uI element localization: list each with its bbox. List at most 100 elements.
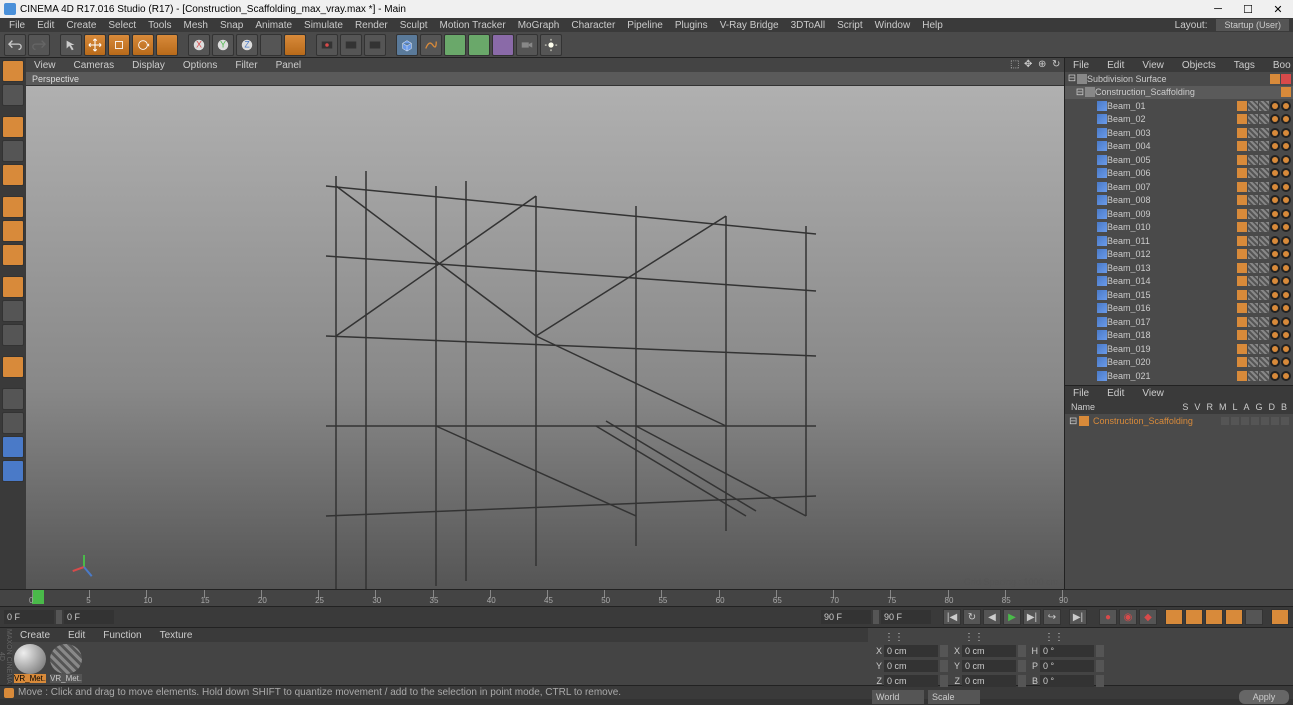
snap-mode[interactable] [2, 324, 24, 346]
menu-simulate[interactable]: Simulate [299, 20, 348, 31]
drag-handle-icon[interactable]: ⋮⋮ [1044, 632, 1064, 642]
sel-tag[interactable] [1281, 263, 1291, 273]
menu-mesh[interactable]: Mesh [179, 20, 213, 31]
menu-select[interactable]: Select [103, 20, 141, 31]
uvw-tag[interactable] [1270, 357, 1280, 367]
rotate-tool[interactable] [132, 34, 154, 56]
tree-beam-row[interactable]: Beam_014 [1065, 275, 1293, 289]
phong-tag[interactable] [1248, 101, 1258, 111]
vp-filter[interactable]: Filter [231, 60, 261, 71]
uvw-tag[interactable] [1270, 141, 1280, 151]
current-frame[interactable]: 0 F [64, 610, 114, 624]
vis-tag[interactable] [1237, 114, 1247, 124]
vp-pan-icon[interactable]: ✥ [1020, 59, 1032, 71]
vis-tag[interactable] [1237, 182, 1247, 192]
vis-tag[interactable] [1237, 357, 1247, 367]
undo-button[interactable] [4, 34, 26, 56]
tex-tag[interactable] [1259, 344, 1269, 354]
uvw-tag[interactable] [1270, 317, 1280, 327]
start-frame[interactable]: 0 F [4, 610, 54, 624]
tree-beam-row[interactable]: Beam_003 [1065, 126, 1293, 140]
key-param[interactable] [1225, 609, 1243, 625]
tex-tag[interactable] [1259, 303, 1269, 313]
autokey-button[interactable]: ◉ [1119, 609, 1137, 625]
lasttool-button[interactable] [156, 34, 178, 56]
menu-tools[interactable]: Tools [143, 20, 176, 31]
sel-tag[interactable] [1281, 317, 1291, 327]
vp-rotate-icon[interactable]: ↻ [1048, 59, 1060, 71]
mat-edit[interactable]: Edit [64, 630, 89, 641]
apply-button[interactable]: Apply [1239, 690, 1289, 704]
vis-tag[interactable] [1237, 371, 1247, 381]
phong-tag[interactable] [1248, 155, 1258, 165]
uvw-tag[interactable] [1270, 330, 1280, 340]
vp-zoom-icon[interactable]: ⊕ [1034, 59, 1046, 71]
mat-function[interactable]: Function [99, 630, 145, 641]
end-frame2[interactable]: 90 F [821, 610, 871, 624]
om-tags[interactable]: Tags [1230, 60, 1259, 71]
om-objects[interactable]: Objects [1178, 60, 1220, 71]
vis-tag[interactable] [1237, 155, 1247, 165]
sel-tag[interactable] [1281, 182, 1291, 192]
mat-create[interactable]: Create [16, 630, 54, 641]
render-region[interactable] [340, 34, 362, 56]
vis-tag[interactable] [1237, 128, 1247, 138]
phong-tag[interactable] [1248, 303, 1258, 313]
tree-beam-row[interactable]: Beam_020 [1065, 356, 1293, 370]
vis-tag[interactable] [1237, 141, 1247, 151]
sel-tag[interactable] [1281, 290, 1291, 300]
tree-beam-row[interactable]: Beam_013 [1065, 261, 1293, 275]
scale-tool[interactable] [108, 34, 130, 56]
sel-tag[interactable] [1281, 195, 1291, 205]
tree-beam-row[interactable]: Beam_009 [1065, 207, 1293, 221]
coord-mode-dropdown[interactable]: World [872, 690, 924, 704]
keyframe-button[interactable]: ◆ [1139, 609, 1157, 625]
add-light[interactable] [540, 34, 562, 56]
model-mode[interactable] [2, 60, 24, 82]
spinner-icon[interactable] [56, 610, 62, 624]
add-environment[interactable] [492, 34, 514, 56]
tex-tag[interactable] [1259, 209, 1269, 219]
menu-motiontracker[interactable]: Motion Tracker [435, 20, 511, 31]
tex-tag[interactable] [1259, 317, 1269, 327]
menu-sculpt[interactable]: Sculpt [395, 20, 433, 31]
vp-panel[interactable]: Panel [272, 60, 306, 71]
tex-tag[interactable] [1259, 168, 1269, 178]
uvw-tag[interactable] [1270, 101, 1280, 111]
texture-mode[interactable] [2, 84, 24, 106]
drag-handle-icon[interactable]: ⋮⋮ [884, 632, 904, 642]
move-tool[interactable] [84, 34, 106, 56]
close-tag[interactable] [1281, 74, 1291, 84]
vis-tag[interactable] [1237, 263, 1247, 273]
maximize-button[interactable]: ☐ [1233, 0, 1263, 18]
tex-tag[interactable] [1259, 114, 1269, 124]
om-file[interactable]: File [1069, 60, 1093, 71]
phong-tag[interactable] [1248, 249, 1258, 259]
sel-tag[interactable] [1281, 344, 1291, 354]
redo-button[interactable] [28, 34, 50, 56]
phong-tag[interactable] [1248, 128, 1258, 138]
sel-tag[interactable] [1281, 168, 1291, 178]
render-view[interactable] [316, 34, 338, 56]
vis-tag[interactable] [1237, 249, 1247, 259]
sel-tag[interactable] [1281, 114, 1291, 124]
menu-script[interactable]: Script [832, 20, 868, 31]
menu-animate[interactable]: Animate [250, 20, 297, 31]
phong-tag[interactable] [1248, 222, 1258, 232]
phong-tag[interactable] [1248, 114, 1258, 124]
uvw-tag[interactable] [1270, 182, 1280, 192]
phong-tag[interactable] [1248, 357, 1258, 367]
tex-tag[interactable] [1259, 371, 1269, 381]
vis-tag[interactable] [1270, 74, 1280, 84]
viewport-solo[interactable] [2, 356, 24, 378]
phong-tag[interactable] [1248, 195, 1258, 205]
uvw-tag[interactable] [1270, 236, 1280, 246]
sel-tag[interactable] [1281, 357, 1291, 367]
tex-tag[interactable] [1259, 101, 1269, 111]
tex-tag[interactable] [1259, 249, 1269, 259]
menu-render[interactable]: Render [350, 20, 393, 31]
menu-plugins[interactable]: Plugins [670, 20, 713, 31]
add-generator[interactable] [444, 34, 466, 56]
close-button[interactable]: ✕ [1263, 0, 1293, 18]
tex-tag[interactable] [1259, 357, 1269, 367]
